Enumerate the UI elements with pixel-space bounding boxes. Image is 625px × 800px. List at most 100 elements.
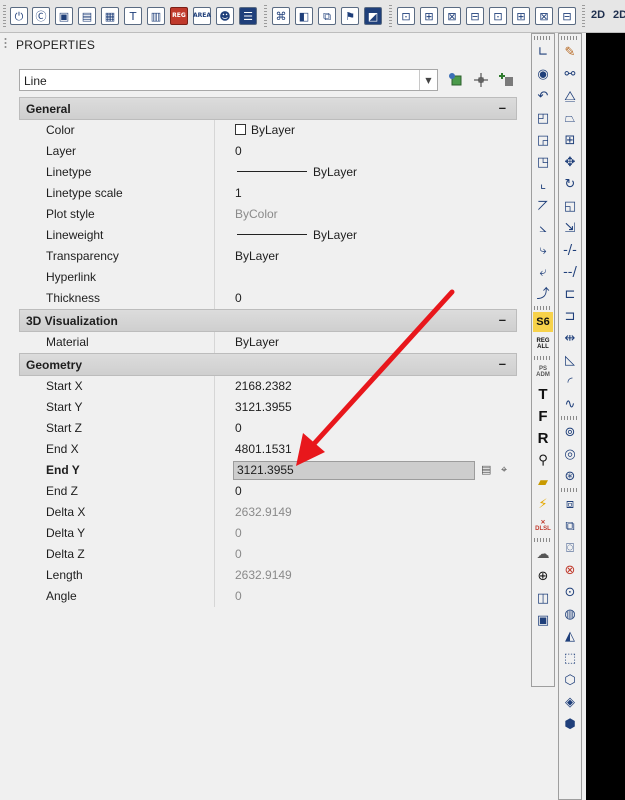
property-row-end-y[interactable]: End Y 3121.3955 ▤ ⌖ <box>19 460 517 481</box>
section-geometry[interactable]: Geometry – <box>19 353 517 376</box>
palette-grip[interactable] <box>4 37 7 49</box>
property-row-linetype[interactable]: Linetype ByLayer <box>19 162 517 183</box>
property-row-thickness[interactable]: Thickness 0 <box>19 288 517 309</box>
layer-iso-icon[interactable]: ▦ <box>101 7 119 25</box>
window-icon[interactable]: ◩ <box>364 7 382 25</box>
shell-icon[interactable]: ⬡ <box>560 670 580 690</box>
property-value[interactable]: ByLayer <box>235 162 357 183</box>
frame-a-icon[interactable]: ⊡ <box>397 7 415 25</box>
property-row-plot-style[interactable]: Plot style ByColor <box>19 204 517 225</box>
toolbar-grip[interactable] <box>534 306 552 310</box>
table-icon[interactable]: ▥ <box>147 7 165 25</box>
text-f-icon[interactable]: F <box>533 406 553 426</box>
toolbar-grip[interactable] <box>534 356 552 360</box>
rotate-icon[interactable]: ↻ <box>560 174 580 194</box>
property-value[interactable]: ByLayer <box>235 332 279 353</box>
psadm-icon[interactable]: PS ADM <box>533 362 553 382</box>
ucs-3point-icon[interactable]: ⦣ <box>533 218 553 238</box>
property-value[interactable]: 0 <box>235 141 242 162</box>
pick-point-icon[interactable]: ⌖ <box>501 463 507 477</box>
text-style-icon[interactable]: T <box>124 7 142 25</box>
area-icon[interactable]: AREA <box>193 7 211 25</box>
array-icon[interactable]: ⊞ <box>560 130 580 150</box>
zoom-icon[interactable]: ⚲ <box>533 450 553 470</box>
extrude-icon[interactable]: ⬢ <box>560 714 580 734</box>
text-r-icon[interactable]: R <box>533 428 553 448</box>
toolbar-grip[interactable] <box>561 36 579 40</box>
select-objects-icon[interactable] <box>471 69 491 91</box>
chamfer-icon[interactable]: ◺ <box>560 350 580 370</box>
property-row-material[interactable]: Material ByLayer <box>19 332 517 353</box>
purge-icon[interactable]: Ⓒ <box>32 7 50 25</box>
delete-sel-icon[interactable]: ✕ DLSL <box>533 516 553 536</box>
toolbar-grip[interactable] <box>534 538 552 542</box>
property-row-linetype-scale[interactable]: Linetype scale 1 <box>19 183 517 204</box>
section-general[interactable]: General – <box>19 97 517 120</box>
calculator-icon[interactable]: ▤ <box>481 463 491 476</box>
collapse-icon[interactable]: – <box>499 100 506 115</box>
ucs-y-icon[interactable]: ⤶ <box>533 262 553 282</box>
loft-icon[interactable]: ⬚ <box>560 648 580 668</box>
stretch-icon[interactable]: ⇲ <box>560 218 580 238</box>
sphere-icon[interactable]: ⊙ <box>560 582 580 602</box>
quick-select-icon[interactable] <box>446 69 466 91</box>
property-value[interactable]: 0 <box>235 288 242 309</box>
box-icon[interactable]: ◧ <box>295 7 313 25</box>
intersect-icon[interactable]: ⊛ <box>560 466 580 486</box>
join-icon[interactable]: ⊐ <box>560 306 580 326</box>
mirror-icon[interactable]: ⧋ <box>560 86 580 106</box>
spline-icon[interactable]: ∿ <box>560 394 580 414</box>
ucs-previous-icon[interactable]: ↶ <box>533 86 553 106</box>
frame-d-icon[interactable]: ⊟ <box>466 7 484 25</box>
fence-icon[interactable]: ⏻ <box>10 7 28 25</box>
property-row-lineweight[interactable]: Lineweight ByLayer <box>19 225 517 246</box>
view-2d-button[interactable]: 2D <box>591 9 605 21</box>
flag-icon[interactable]: ⚑ <box>341 7 359 25</box>
toggle-pickadd-icon[interactable] <box>497 69 517 91</box>
layer-states-icon[interactable]: ▣ <box>55 7 73 25</box>
frame-c-icon[interactable]: ⊠ <box>443 7 461 25</box>
collapse-icon[interactable]: – <box>499 356 506 371</box>
frame-b-icon[interactable]: ⊞ <box>420 7 438 25</box>
move-icon[interactable]: ✥ <box>560 152 580 172</box>
end-y-input[interactable]: 3121.3955 <box>233 461 475 480</box>
property-value[interactable]: 2168.2382 <box>235 376 292 397</box>
pencil-icon[interactable]: ✎ <box>560 42 580 62</box>
reg-icon[interactable]: REG <box>170 7 188 25</box>
frame-e-icon[interactable]: ⊡ <box>489 7 507 25</box>
property-row-transparency[interactable]: Transparency ByLayer <box>19 246 517 267</box>
cone-icon[interactable]: ⊗ <box>560 560 580 580</box>
property-value[interactable]: 0 <box>235 481 242 502</box>
property-row-delta-x[interactable]: Delta X 2632.9149 <box>19 502 517 523</box>
cloud-icon[interactable]: ☁ <box>533 544 553 564</box>
torus-icon[interactable]: ◍ <box>560 604 580 624</box>
ucs-object-icon[interactable]: ◲ <box>533 130 553 150</box>
ucs-origin-icon[interactable]: ⌞ <box>533 174 553 194</box>
chevron-down-icon[interactable]: ▼ <box>419 70 437 90</box>
move-copy-icon[interactable]: ⚯ <box>560 64 580 84</box>
copy-3d-icon[interactable]: ◈ <box>560 692 580 712</box>
property-value[interactable]: 3121.3955 <box>235 397 292 418</box>
toolbar-grip[interactable] <box>534 36 552 40</box>
ucs-face-icon[interactable]: ◰ <box>533 108 553 128</box>
union-icon[interactable]: ⊚ <box>560 422 580 442</box>
layer-match-icon[interactable]: ▤ <box>78 7 96 25</box>
frame-g-icon[interactable]: ⊠ <box>535 7 553 25</box>
fillet-icon[interactable]: ◜ <box>560 372 580 392</box>
collapse-icon[interactable]: – <box>499 312 506 327</box>
break-icon[interactable]: ⊏ <box>560 284 580 304</box>
cylinder-icon[interactable]: ⌼ <box>560 538 580 558</box>
ucs-world-icon[interactable]: ◉ <box>533 64 553 84</box>
property-row-start-z[interactable]: Start Z 0 <box>19 418 517 439</box>
target-icon[interactable]: ⊕ <box>533 566 553 586</box>
extend-icon[interactable]: --/ <box>560 262 580 282</box>
frame-h-icon[interactable]: ⊟ <box>558 7 576 25</box>
offset-icon[interactable]: ⏢ <box>560 108 580 128</box>
s6-icon[interactable]: S6 <box>533 312 553 332</box>
frame-f-icon[interactable]: ⊞ <box>512 7 530 25</box>
property-row-end-z[interactable]: End Z 0 <box>19 481 517 502</box>
property-row-start-x[interactable]: Start X 2168.2382 <box>19 376 517 397</box>
trim-icon[interactable]: -/- <box>560 240 580 260</box>
pyramid-icon[interactable]: ◭ <box>560 626 580 646</box>
property-row-delta-z[interactable]: Delta Z 0 <box>19 544 517 565</box>
